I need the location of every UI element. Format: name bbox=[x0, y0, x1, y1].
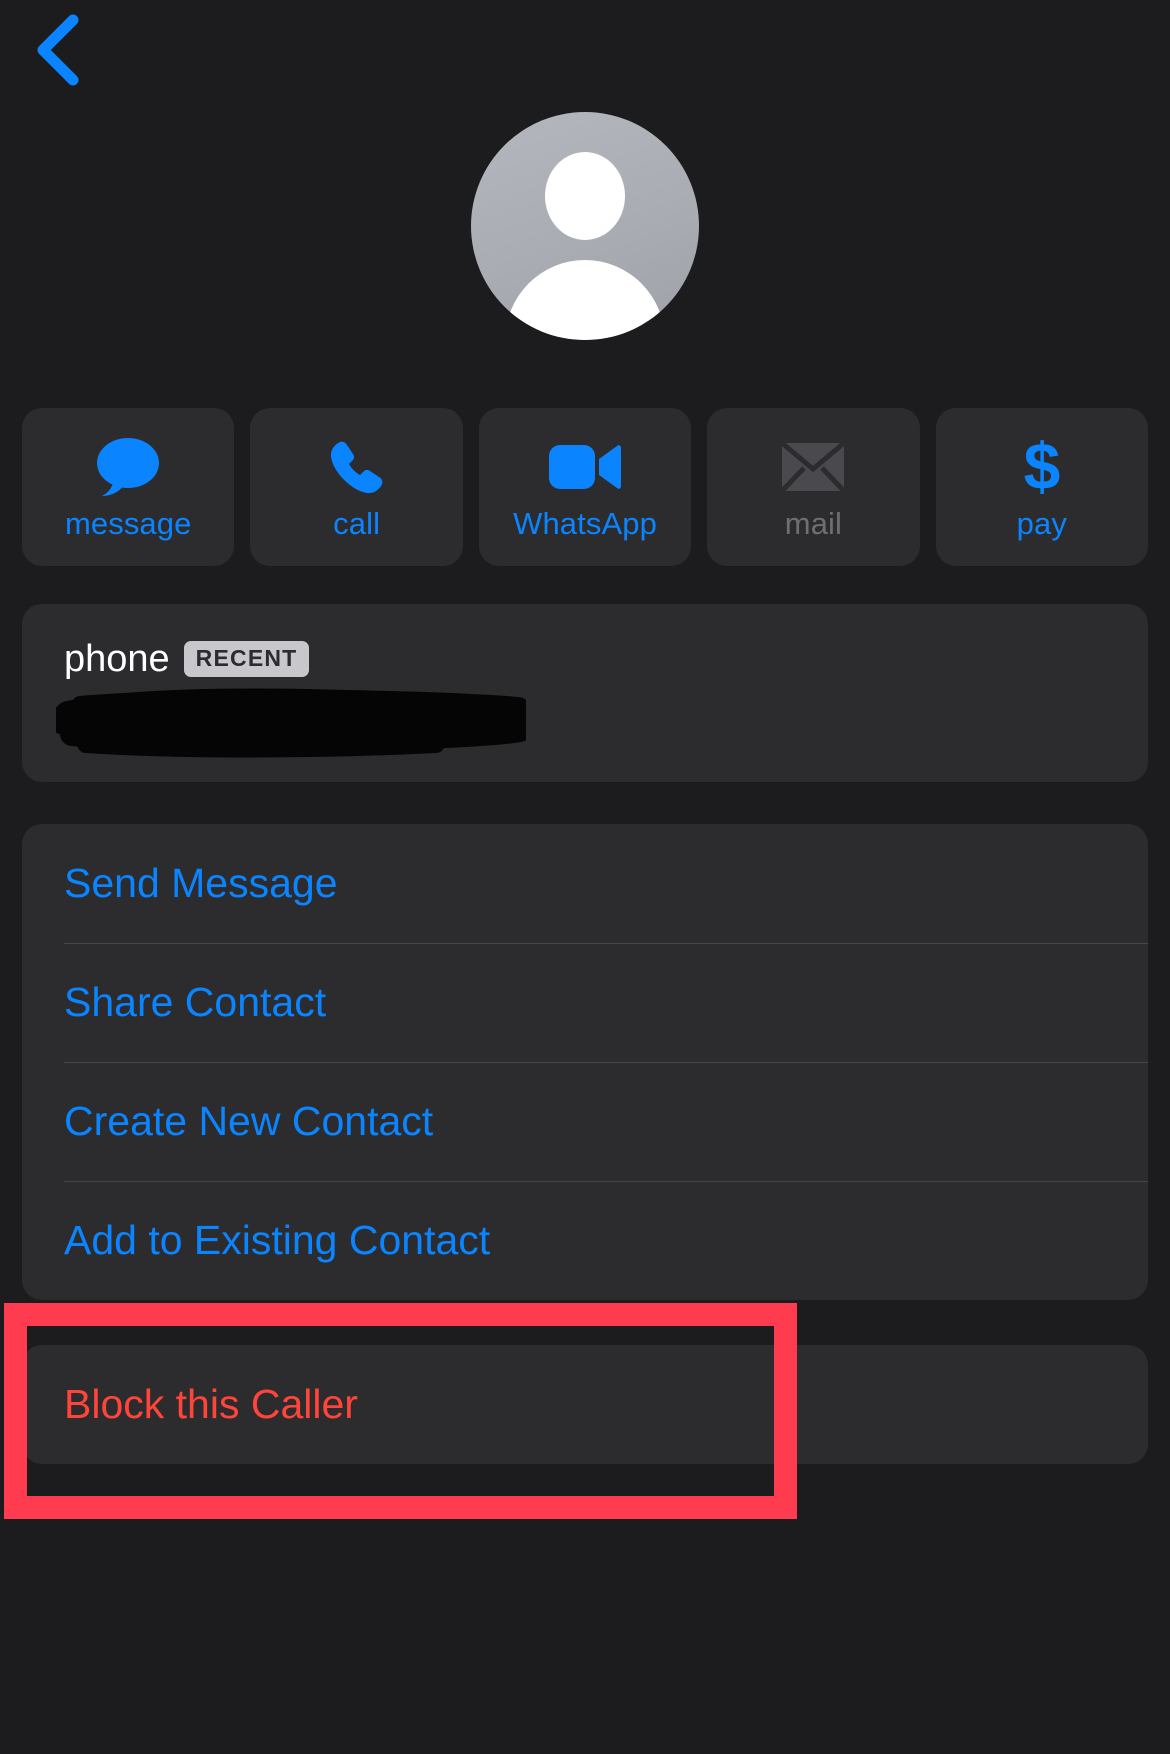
phone-handset-icon bbox=[326, 436, 388, 498]
action-button-whatsapp[interactable]: WhatsApp bbox=[478, 408, 692, 566]
person-placeholder-body bbox=[505, 260, 665, 340]
action-button-call[interactable]: call bbox=[250, 408, 463, 566]
menu-item-send-message[interactable]: Send Message bbox=[22, 824, 1148, 943]
block-this-caller-label: Block this Caller bbox=[64, 1381, 358, 1427]
dollar-sign-icon: $ bbox=[1018, 433, 1066, 501]
action-label-whatsapp: WhatsApp bbox=[513, 505, 657, 541]
person-placeholder-icon bbox=[545, 152, 625, 240]
contact-avatar-container bbox=[0, 112, 1170, 340]
message-bubble-icon bbox=[94, 436, 162, 498]
recent-badge: RECENT bbox=[183, 641, 310, 677]
menu-item-label: Send Message bbox=[64, 860, 338, 906]
phone-card[interactable]: phone RECENT bbox=[22, 604, 1148, 782]
contact-actions-list: Send Message Share Contact Create New Co… bbox=[22, 824, 1148, 1300]
video-camera-icon bbox=[547, 436, 623, 498]
action-button-pay[interactable]: $ pay bbox=[935, 408, 1149, 566]
menu-item-share-contact[interactable]: Share Contact bbox=[22, 943, 1148, 1062]
svg-text:$: $ bbox=[1023, 433, 1060, 501]
block-this-caller-button[interactable]: Block this Caller bbox=[22, 1345, 1148, 1464]
avatar bbox=[471, 112, 699, 340]
action-label-message: message bbox=[64, 505, 192, 541]
menu-item-label: Create New Contact bbox=[64, 1098, 434, 1144]
action-label-mail: mail bbox=[784, 505, 843, 541]
action-label-call: call bbox=[333, 505, 381, 541]
menu-item-label: Add to Existing Contact bbox=[64, 1217, 491, 1263]
menu-item-create-new-contact[interactable]: Create New Contact bbox=[22, 1062, 1148, 1181]
redaction-scribble bbox=[56, 688, 526, 758]
chevron-left-icon bbox=[33, 14, 79, 86]
phone-label: phone bbox=[64, 638, 170, 680]
action-button-message[interactable]: message bbox=[22, 408, 235, 566]
menu-item-label: Share Contact bbox=[64, 979, 327, 1025]
action-button-mail[interactable]: mail bbox=[707, 408, 920, 566]
quick-actions-row: message call WhatsApp mail $ pay bbox=[22, 408, 1149, 566]
back-button[interactable] bbox=[18, 12, 94, 88]
envelope-icon bbox=[780, 436, 847, 498]
action-label-pay: pay bbox=[1016, 505, 1067, 541]
navigation-bar bbox=[0, 0, 1170, 100]
menu-item-add-to-existing-contact[interactable]: Add to Existing Contact bbox=[22, 1181, 1148, 1300]
phone-number-value[interactable] bbox=[56, 688, 1106, 758]
phone-card-header: phone RECENT bbox=[64, 640, 1106, 678]
